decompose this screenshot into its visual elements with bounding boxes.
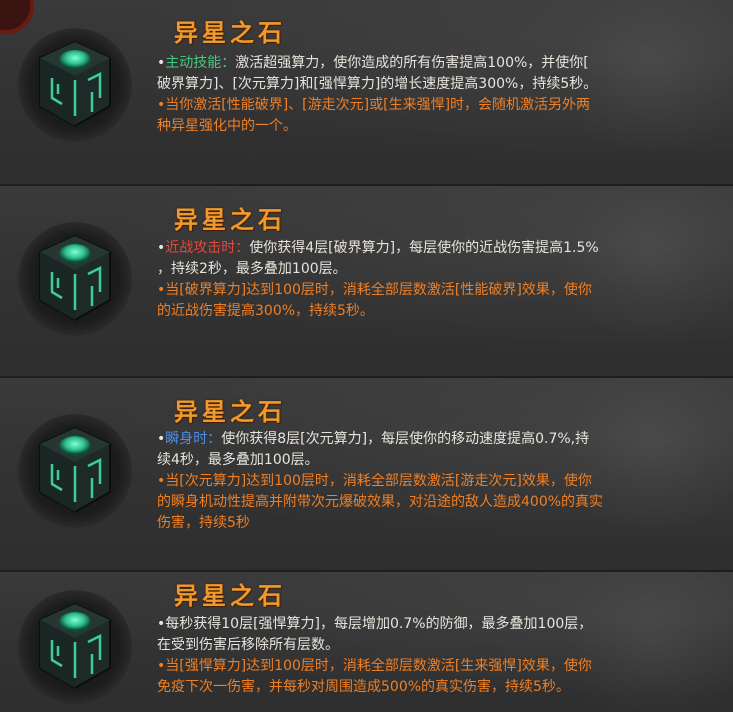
effect-line: 伤害，持续5秒 [157,515,250,531]
relic-card-blink: 异星之石 •瞬身时：使你获得8层[次元算力]，每层使你的移动速度提高0.7%,持… [0,376,733,570]
effect-line: •当[强悍算力]达到100层时，消耗全部层数激活[生来强悍]效果，使你 [157,658,592,674]
alien-stone-cube-icon [18,414,132,528]
effect-line: •近战攻击时：使你获得4层[破界算力]，每层使你的近战伤害提高1.5% [157,238,599,258]
relic-title: 异星之石 [174,397,286,426]
effect-line: ，持续2秒，最多叠加100层。 [157,261,347,277]
effect-line: •当[次元算力]达到100层时，消耗全部层数激活[游走次元]效果，使你 [157,473,592,489]
effect-text: 使你获得4层[破界算力]，每层使你的近战伤害提高1.5% [249,240,599,256]
effect-line: 种异星强化中的一个。 [157,118,297,134]
effect-line: •当你激活[性能破界]、[游走次元]或[生来强悍]时，会随机激活另外两 [157,97,591,113]
relic-title: 异星之石 [174,581,286,610]
alien-stone-cube-icon [18,28,132,142]
effect-line: •每秒获得10层[强悍算力]，每层增加0.7%的防御，最多叠加100层， [157,616,593,632]
keyword-active-skill: 主动技能： [165,55,236,71]
effect-line: 破界算力]、[次元算力]和[强悍算力]的增长速度提高300%，持续5秒。 [157,76,598,92]
relic-title: 异星之石 [174,205,286,234]
effect-line: •瞬身时：使你获得8层[次元算力]，每层使你的移动速度提高0.7%,持 [157,429,589,449]
relic-tooltip-page: 异星之石 •主动技能：激活超强算力，使你造成的所有伤害提高100%，并使你[ 破… [0,0,733,712]
effect-text: 使你获得8层[次元算力]，每层使你的移动速度提高0.7%,持 [221,431,590,447]
cloud-decoration [543,186,733,336]
relic-title: 异星之石 [174,18,286,47]
relic-card-melee: 异星之石 •近战攻击时：使你获得4层[破界算力]，每层使你的近战伤害提高1.5%… [0,184,733,376]
effect-line: 在受到伤害后移除所有层数。 [157,637,339,653]
keyword-blink: 瞬身时： [165,431,222,447]
effect-line: 续4秒，最多叠加100层。 [157,452,319,468]
relic-card-active: 异星之石 •主动技能：激活超强算力，使你造成的所有伤害提高100%，并使你[ 破… [0,0,733,184]
effect-line: 免疫下次一伤害，并每秒对周围造成500%的真实伤害，持续5秒。 [157,679,570,695]
effect-line: 的近战伤害提高300%，持续5秒。 [157,303,374,319]
effect-text: 激活超强算力，使你造成的所有伤害提高100%，并使你[ [235,55,589,71]
relic-card-passive: 异星之石 •每秒获得10层[强悍算力]，每层增加0.7%的防御，最多叠加100层… [0,570,733,712]
cloud-decoration [543,572,733,712]
effect-line: •主动技能：激活超强算力，使你造成的所有伤害提高100%，并使你[ [157,53,589,73]
alien-stone-cube-icon [18,590,132,704]
keyword-melee-attack: 近战攻击时： [165,240,250,256]
alien-stone-cube-icon [18,222,132,336]
effect-line: 的瞬身机动性提高并附带次元爆破效果，对沿途的敌人造成400%的真实 [157,494,604,510]
effect-line: •当[破界算力]达到100层时，消耗全部层数激活[性能破界]效果，使你 [157,282,592,298]
